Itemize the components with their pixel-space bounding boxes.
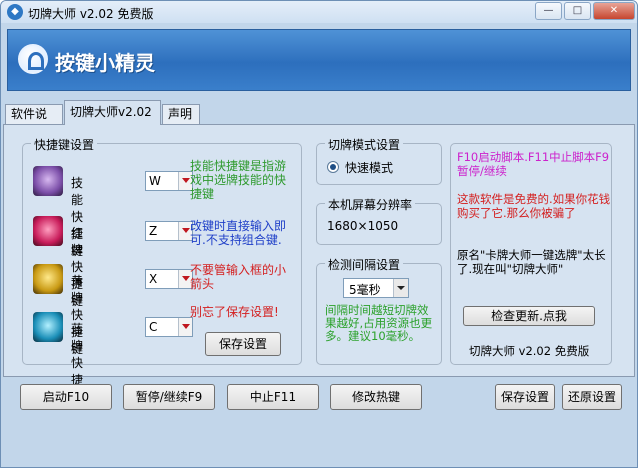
restore-settings-button[interactable]: 还原设置: [562, 384, 622, 410]
title-bar: ◆ 切牌大师 v2.02 免费版 — □ ✕: [1, 1, 637, 23]
chevron-down-icon[interactable]: [178, 318, 192, 336]
app-window: ◆ 切牌大师 v2.02 免费版 — □ ✕ 按键小精灵 软件说明 切牌大师v2…: [0, 0, 638, 468]
red-card-icon: [33, 216, 63, 246]
version-text: 切牌大师 v2.02 免费版: [469, 344, 590, 358]
resolution-value: 1680×1050: [327, 219, 399, 233]
check-update-button[interactable]: 检查更新.点我: [463, 306, 595, 326]
arrow-note: 不要管输入框的小箭头: [190, 263, 287, 291]
minimize-button[interactable]: —: [535, 2, 562, 20]
save-settings-button[interactable]: 保存设置: [495, 384, 555, 410]
banner: 按键小精灵: [7, 29, 631, 91]
app-icon: ◆: [7, 4, 23, 20]
group-title: 检测间隔设置: [325, 256, 404, 273]
save-reminder-note: 别忘了保存设置!: [190, 305, 279, 319]
hotkey-value: W: [149, 174, 161, 188]
tab-main[interactable]: 切牌大师v2.02: [64, 100, 161, 125]
group-title: 切牌模式设置: [325, 136, 404, 153]
yellow-card-icon: [33, 264, 63, 294]
start-button[interactable]: 启动F10: [20, 384, 112, 410]
interval-note: 间隔时间越短切牌效果越好,占用资源也更多。建议10毫秒。: [325, 303, 433, 343]
interval-settings-group: 检测间隔设置 5毫秒 间隔时间越短切牌效果越好,占用资源也更多。建议10毫秒。: [316, 256, 442, 365]
edit-hotkeys-button[interactable]: 修改热键: [330, 384, 422, 410]
skill-hotkey-select[interactable]: W: [145, 171, 193, 191]
change-key-note: 改键时直接输入即可.不支持组合键.: [190, 219, 287, 247]
group-title: 快捷键设置: [31, 136, 98, 153]
close-button[interactable]: ✕: [593, 2, 635, 20]
interval-select[interactable]: 5毫秒: [343, 278, 409, 298]
brand-title: 按键小精灵: [55, 51, 155, 75]
free-warning-text: 这款软件是免费的.如果你花钱购买了它.那么你被骗了: [457, 192, 611, 220]
logo-icon: [18, 44, 48, 74]
chevron-down-icon[interactable]: [393, 279, 408, 297]
resolution-group: 本机屏幕分辨率 1680×1050: [316, 196, 442, 245]
rename-info-text: 原名"卡牌大师一键选牌"太长了.现在叫"切牌大师": [457, 248, 606, 276]
purple-card-icon: [33, 166, 63, 196]
blue-hotkey-select[interactable]: C: [145, 317, 193, 337]
interval-value: 5毫秒: [349, 283, 381, 297]
yellow-hotkey-select[interactable]: X: [145, 269, 193, 289]
group-title: 本机屏幕分辨率: [325, 196, 416, 213]
fast-mode-radio[interactable]: [327, 161, 339, 173]
tab-strip: 软件说明 切牌大师v2.02 声明: [3, 100, 635, 139]
skill-hotkey-note: 技能快捷键是指游戏中选牌技能的快捷键: [190, 159, 287, 201]
hotkey-value: X: [149, 272, 158, 286]
fast-mode-label[interactable]: 快速模式: [345, 159, 393, 176]
hotkey-info-text: F10启动脚本.F11中止脚本F9暂停/继续: [457, 150, 610, 178]
info-panel: F10启动脚本.F11中止脚本F9暂停/继续 这款软件是免费的.如果你花钱购买了…: [450, 143, 612, 365]
maximize-button[interactable]: □: [564, 2, 591, 20]
tab-panel: 快捷键设置 技能快捷键 W 红牌快捷键 Z 黄牌快捷键 X 蓝牌快捷 C 技能快…: [3, 124, 635, 404]
red-hotkey-select[interactable]: Z: [145, 221, 193, 241]
hotkey-save-button[interactable]: 保存设置: [205, 332, 281, 356]
window-title: 切牌大师 v2.02 免费版: [28, 7, 154, 21]
pause-button[interactable]: 暂停/继续F9: [123, 384, 215, 410]
hotkey-value: Z: [149, 224, 158, 238]
hotkey-value: C: [149, 320, 158, 334]
tab-statement[interactable]: 声明: [162, 104, 200, 124]
stop-button[interactable]: 中止F11: [227, 384, 319, 410]
tab-software-info[interactable]: 软件说明: [5, 104, 63, 139]
mode-settings-group: 切牌模式设置 快速模式: [316, 136, 442, 185]
blue-card-icon: [33, 312, 63, 342]
hotkey-settings-group: 快捷键设置 技能快捷键 W 红牌快捷键 Z 黄牌快捷键 X 蓝牌快捷 C 技能快…: [22, 136, 302, 404]
